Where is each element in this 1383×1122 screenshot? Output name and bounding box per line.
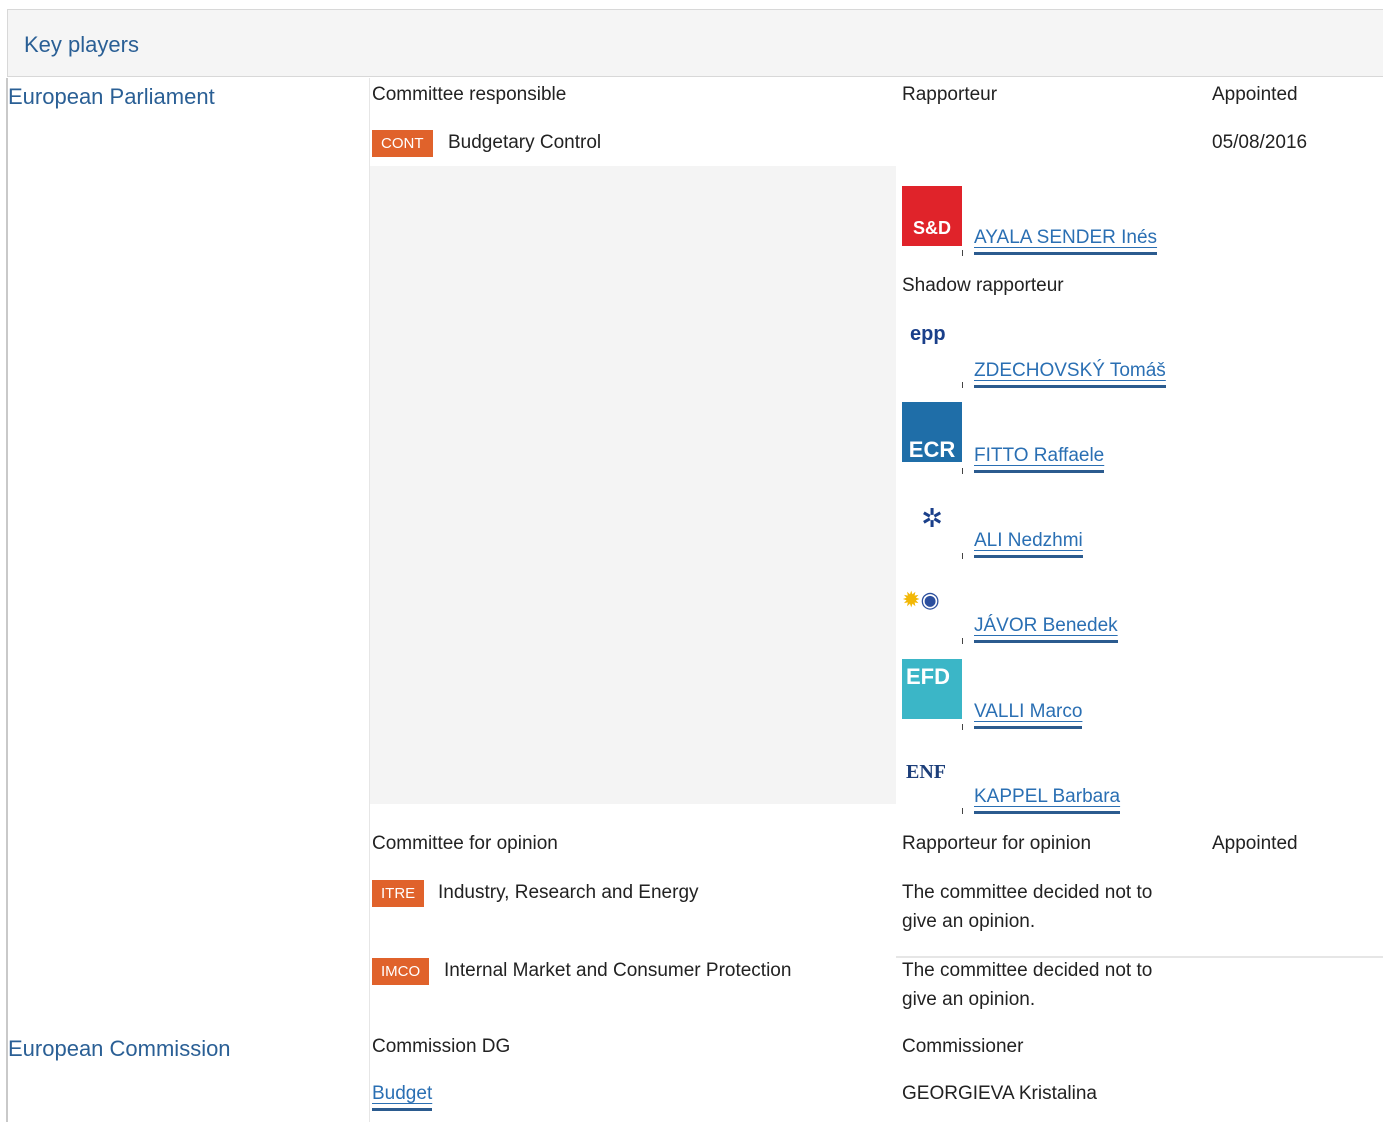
dg-budget-link[interactable]: Budget — [372, 1082, 433, 1111]
logo-tick — [962, 382, 963, 388]
opinion-committee-name: Industry, Research and Energy — [438, 882, 699, 903]
section-european-parliament: European Parliament — [8, 84, 215, 109]
committee-name: Budgetary Control — [448, 132, 602, 153]
commissioner-name: GEORGIEVA Kristalina — [902, 1083, 1097, 1104]
col-commissioner: Commissioner — [902, 1036, 1024, 1057]
committee-code-badge: ITRE — [372, 880, 425, 907]
committee-column-background — [370, 166, 896, 804]
enf-group-logo: ENF — [902, 744, 962, 804]
rapporteur-link[interactable]: AYALA SENDER Inés — [974, 226, 1158, 255]
col-committee-responsible: Committee responsible — [372, 84, 567, 105]
col-rapporteur-for-opinion: Rapporteur for opinion — [902, 833, 1092, 854]
logo-tick — [962, 468, 963, 474]
logo-tick — [962, 553, 963, 559]
shadow-link-ali[interactable]: ALI Nedzhmi — [974, 529, 1083, 558]
opinion-note-line1: The committee decided not to — [902, 882, 1153, 903]
shadow-rapporteur-label: Shadow rapporteur — [902, 275, 1064, 296]
committee-code-badge: CONT — [372, 130, 433, 157]
opinion-committee-name: Internal Market and Consumer Protection — [444, 960, 792, 981]
logo-tick — [962, 724, 963, 730]
left-divider — [6, 78, 8, 1122]
col-committee-for-opinion: Committee for opinion — [372, 833, 558, 854]
appointed-date: 05/08/2016 — [1212, 132, 1308, 153]
key-players-header: Key players — [7, 9, 1383, 77]
ecr-group-logo: ECR — [902, 402, 962, 462]
logo-tick — [962, 638, 963, 644]
section-european-commission: European Commission — [8, 1036, 231, 1061]
greens-sunflower-group-logo: ✹◉ — [902, 584, 962, 644]
col-appointed: Appointed — [1212, 84, 1298, 105]
alde-stars-group-logo: ✲ — [902, 488, 962, 548]
opinion-note-line2: give an opinion. — [902, 911, 1036, 932]
opinion-note-line1: The committee decided not to — [902, 960, 1153, 981]
shadow-link-javor[interactable]: JÁVOR Benedek — [974, 614, 1118, 643]
shadow-link-valli[interactable]: VALLI Marco — [974, 700, 1083, 729]
col-rapporteur: Rapporteur — [902, 84, 998, 105]
committee-code-badge: IMCO — [372, 958, 430, 985]
efd-group-logo: EFD — [902, 659, 962, 719]
shadow-link-kappel[interactable]: KAPPEL Barbara — [974, 785, 1121, 814]
epp-group-logo: epp — [902, 318, 962, 378]
shadow-link-zdechovsky[interactable]: ZDECHOVSKÝ Tomáš — [974, 359, 1166, 388]
key-players-title: Key players — [24, 32, 139, 57]
logo-tick — [962, 250, 963, 256]
col-opinion-appointed: Appointed — [1212, 833, 1298, 854]
shadow-link-fitto[interactable]: FITTO Raffaele — [974, 444, 1105, 473]
col-commission-dg: Commission DG — [372, 1036, 511, 1057]
opinion-note-line2: give an opinion. — [902, 989, 1036, 1010]
sd-group-logo: S&D — [902, 186, 962, 246]
logo-tick — [962, 808, 963, 814]
